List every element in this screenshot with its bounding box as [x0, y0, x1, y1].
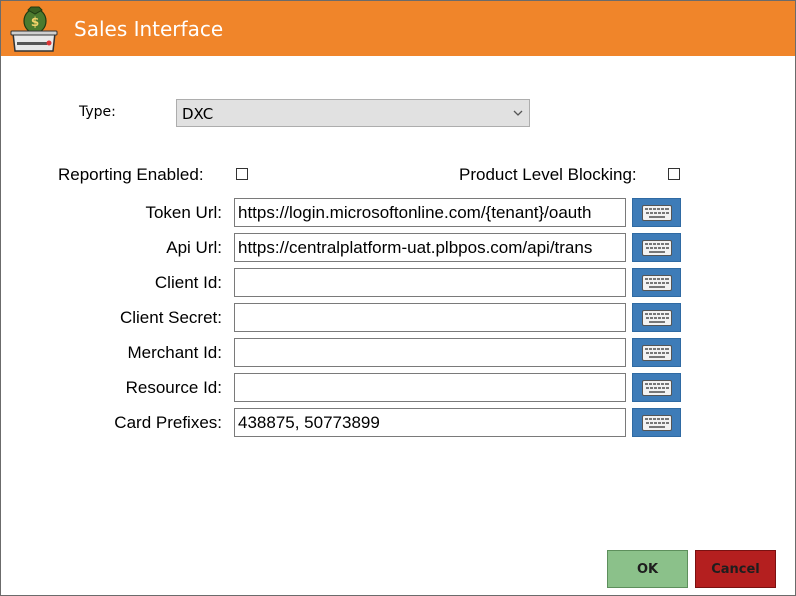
resource-id-input[interactable] — [234, 373, 626, 402]
card-prefixes-value: 438875, 50773899 — [238, 413, 380, 432]
product-level-blocking-checkbox[interactable] — [668, 168, 680, 180]
card-prefixes-label: Card Prefixes: — [114, 413, 222, 432]
client-secret-input[interactable] — [234, 303, 626, 332]
resource-id-keyboard-button[interactable] — [632, 373, 681, 402]
api-url-keyboard-button[interactable] — [632, 233, 681, 262]
token-url-keyboard-button[interactable] — [632, 198, 681, 227]
card-prefixes-keyboard-button[interactable] — [632, 408, 681, 437]
resource-id-label: Resource Id: — [125, 378, 222, 397]
window-title: Sales Interface — [74, 17, 224, 41]
keyboard-icon — [642, 240, 672, 256]
reporting-enabled-checkbox[interactable] — [236, 168, 248, 180]
merchant-id-keyboard-button[interactable] — [632, 338, 681, 367]
type-select[interactable]: DXC — [176, 99, 530, 127]
token-url-label: Token Url: — [145, 203, 222, 222]
keyboard-icon — [642, 380, 672, 396]
cash-register-icon: $ — [10, 6, 58, 52]
client-secret-keyboard-button[interactable] — [632, 303, 681, 332]
token-url-input[interactable]: https://login.microsoftonline.com/{tenan… — [234, 198, 626, 227]
api-url-value: https://centralplatform-uat.plbpos.com/a… — [238, 238, 593, 257]
svg-text:$: $ — [31, 15, 39, 29]
title-bar: $ Sales Interface — [1, 1, 795, 56]
client-id-label: Client Id: — [154, 273, 222, 292]
cancel-button[interactable]: Cancel — [695, 550, 776, 588]
keyboard-icon — [642, 275, 672, 291]
merchant-id-label: Merchant Id: — [127, 343, 223, 362]
client-id-keyboard-button[interactable] — [632, 268, 681, 297]
reporting-enabled-label: Reporting Enabled: — [58, 165, 204, 184]
product-level-blocking-label: Product Level Blocking: — [459, 165, 637, 184]
chevron-down-icon — [513, 110, 523, 116]
keyboard-icon — [642, 415, 672, 431]
api-url-input[interactable]: https://centralplatform-uat.plbpos.com/a… — [234, 233, 626, 262]
client-secret-label: Client Secret: — [119, 308, 222, 327]
merchant-id-input[interactable] — [234, 338, 626, 367]
api-url-label: Api Url: — [166, 238, 222, 257]
type-select-value: DXC — [182, 105, 214, 123]
keyboard-icon — [642, 310, 672, 326]
keyboard-icon — [642, 345, 672, 361]
type-label: Type: — [79, 104, 116, 120]
token-url-value: https://login.microsoftonline.com/{tenan… — [238, 203, 592, 222]
keyboard-icon — [642, 205, 672, 221]
ok-button[interactable]: OK — [607, 550, 688, 588]
card-prefixes-input[interactable]: 438875, 50773899 — [234, 408, 626, 437]
sales-interface-window: $ Sales Interface Type: DXC Reporting En… — [0, 0, 796, 596]
client-id-input[interactable] — [234, 268, 626, 297]
